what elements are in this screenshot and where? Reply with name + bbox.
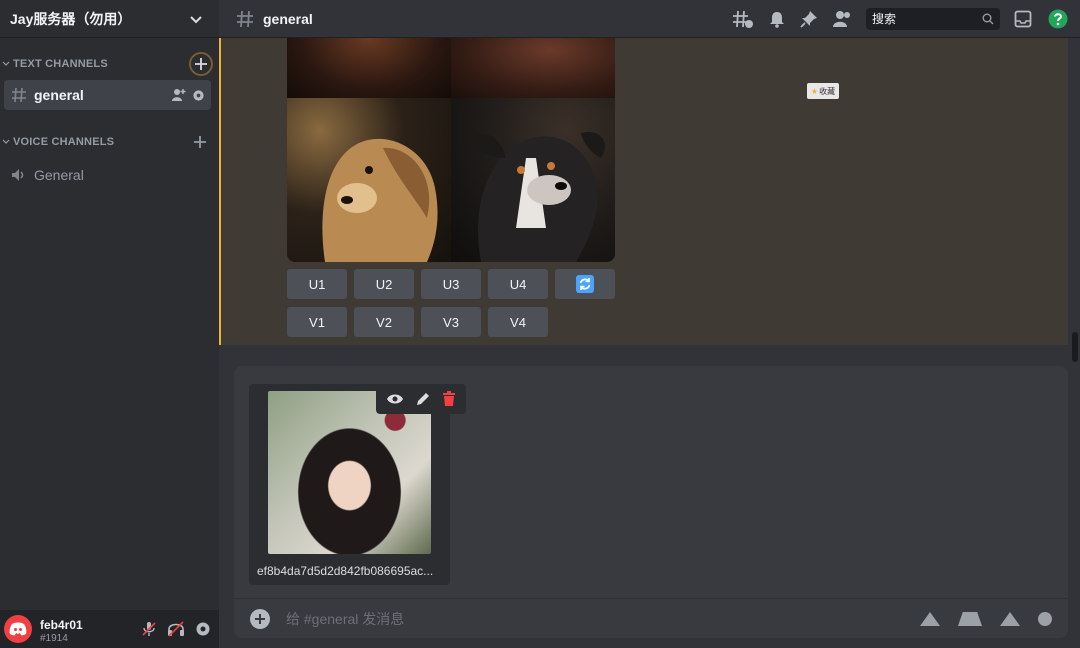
- channel-sidebar: Jay服务器（勿用） TEXT CHANNELS general VOICE C…: [0, 0, 219, 648]
- chevron-down-icon: [2, 139, 10, 144]
- grid-image-4[interactable]: [451, 98, 615, 262]
- input-row: [234, 600, 1068, 638]
- u3-button[interactable]: U3: [421, 269, 481, 299]
- attachment-image: [268, 391, 431, 554]
- plus-icon[interactable]: [193, 135, 207, 149]
- create-channel-button[interactable]: [189, 52, 213, 76]
- main-content: general 搜索 U1 U2 U3 U4 V1 V2 V3 V4 ★ 收藏 …: [219, 0, 1080, 648]
- upload-button[interactable]: [250, 609, 270, 629]
- grid-image-2[interactable]: [451, 38, 615, 98]
- mic-muted-icon[interactable]: [141, 621, 157, 637]
- gift-icon[interactable]: [920, 612, 940, 626]
- chevron-down-icon: [2, 61, 10, 66]
- dog-aussie-image: [471, 132, 605, 262]
- channel-name: general: [34, 87, 84, 103]
- chevron-down-icon: [190, 15, 202, 23]
- sticker-label: 收藏: [819, 86, 836, 96]
- variation-button-row: V1 V2 V3 V4: [287, 307, 548, 337]
- voice-channel-general[interactable]: General: [4, 160, 211, 190]
- category-text-channels[interactable]: TEXT CHANNELS: [0, 52, 219, 76]
- plus-icon: [255, 614, 265, 624]
- user-info[interactable]: feb4r01 #1914: [40, 619, 141, 645]
- user-tag: #1914: [40, 633, 68, 644]
- favorite-sticker[interactable]: ★ 收藏: [807, 83, 839, 99]
- grid-image-3[interactable]: [287, 98, 451, 262]
- u2-button[interactable]: U2: [354, 269, 414, 299]
- refresh-icon: [576, 275, 594, 293]
- v3-button[interactable]: V3: [421, 307, 481, 337]
- star-icon: ★: [810, 86, 819, 96]
- inbox-icon[interactable]: [1014, 10, 1032, 28]
- category-label: TEXT CHANNELS: [13, 58, 108, 70]
- grid-image-1[interactable]: [287, 38, 451, 98]
- help-icon[interactable]: [1048, 9, 1068, 29]
- avatar[interactable]: [4, 615, 32, 643]
- hash-icon: [237, 10, 253, 27]
- invite-user-icon[interactable]: [172, 88, 186, 102]
- image-grid[interactable]: [287, 38, 615, 262]
- channel-title: general: [263, 10, 313, 27]
- v2-button[interactable]: V2: [354, 307, 414, 337]
- u1-button[interactable]: U1: [287, 269, 347, 299]
- threads-icon[interactable]: [732, 9, 754, 29]
- search-icon: [982, 13, 994, 24]
- user-settings-gear-icon[interactable]: [195, 621, 211, 637]
- discord-logo-icon: [9, 622, 27, 636]
- user-panel: feb4r01 #1914: [0, 610, 219, 648]
- member-list-icon[interactable]: [832, 10, 852, 28]
- hash-icon: [12, 87, 26, 103]
- message-input[interactable]: [286, 611, 920, 627]
- v4-button[interactable]: V4: [488, 307, 548, 337]
- category-label: VOICE CHANNELS: [13, 136, 115, 148]
- search-placeholder: 搜索: [872, 12, 897, 26]
- message-composer: ef8b4da7d5d2d842fb086695ac...: [234, 366, 1068, 638]
- category-voice-channels[interactable]: VOICE CHANNELS: [0, 132, 219, 152]
- speaker-icon: [12, 169, 24, 181]
- reroll-button[interactable]: [555, 269, 615, 299]
- plus-icon: [195, 58, 207, 70]
- emoji-icon[interactable]: [1038, 612, 1052, 626]
- server-name: Jay服务器（勿用）: [10, 10, 132, 27]
- pencil-icon[interactable]: [415, 391, 431, 407]
- username: feb4r01: [40, 618, 83, 632]
- upscale-button-row: U1 U2 U3 U4: [287, 269, 615, 299]
- channel-header: general 搜索: [219, 0, 1080, 38]
- search-input[interactable]: 搜索: [866, 7, 1000, 30]
- channel-name: General: [34, 167, 84, 183]
- scrollbar-thumb[interactable]: [1072, 332, 1078, 362]
- bell-icon[interactable]: [768, 10, 786, 28]
- gif-icon[interactable]: [958, 612, 982, 626]
- highlighted-message: U1 U2 U3 U4 V1 V2 V3 V4 ★ 收藏: [219, 38, 1068, 345]
- v1-button[interactable]: V1: [287, 307, 347, 337]
- composer-divider: [234, 598, 1068, 599]
- headphones-muted-icon[interactable]: [167, 621, 185, 637]
- u4-button[interactable]: U4: [488, 269, 548, 299]
- trash-icon[interactable]: [442, 391, 456, 407]
- gear-icon[interactable]: [192, 89, 205, 102]
- attachment-filename: ef8b4da7d5d2d842fb086695ac...: [257, 564, 434, 578]
- dog-golden-image: [322, 138, 438, 262]
- sticker-icon[interactable]: [1000, 612, 1020, 626]
- eye-icon[interactable]: [386, 393, 404, 405]
- pin-icon[interactable]: [800, 10, 818, 28]
- attachment-toolbar: [376, 384, 466, 414]
- attachment-preview[interactable]: ef8b4da7d5d2d842fb086695ac...: [249, 384, 450, 585]
- channel-item-general[interactable]: general: [4, 80, 211, 110]
- server-header[interactable]: Jay服务器（勿用）: [0, 0, 219, 38]
